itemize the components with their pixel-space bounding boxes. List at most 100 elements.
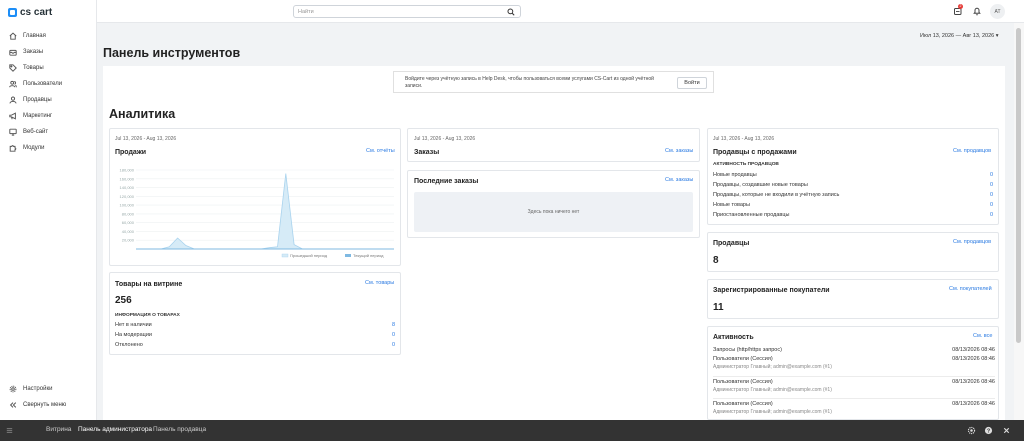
list-item[interactable]: Продавцы, которые не входили в учётную з… <box>713 192 993 198</box>
row-label: Новые продавцы <box>713 172 757 178</box>
row-value[interactable]: 8 <box>392 322 395 328</box>
logo-text: cs cart <box>20 6 53 18</box>
chart-legend-current: Текущий период <box>353 253 384 258</box>
bottom-panel-bar: Витрина Панель администратора Панель про… <box>0 420 1024 441</box>
date-range-picker[interactable]: Июл 13, 2026 — Авг 13, 2026 ▾ <box>920 33 998 39</box>
orders-link[interactable]: См. заказы <box>665 148 693 154</box>
page-scrollbar-thumb[interactable] <box>1016 28 1021 343</box>
list-item[interactable]: На модерации 0 <box>115 332 395 338</box>
row-value[interactable]: 0 <box>990 202 993 208</box>
customers-title: Зарегистрированные покупатели <box>713 287 830 294</box>
row-value[interactable]: 0 <box>990 192 993 198</box>
cs-cart-logo-icon <box>8 7 17 17</box>
activity-item-time: 08/13/2026 08:46 <box>952 401 995 407</box>
sidebar-item-marketing[interactable]: Маркетинг <box>0 108 96 124</box>
sidebar-item-users[interactable]: Пользователи <box>0 76 96 92</box>
double-chevron-left-icon <box>8 401 17 410</box>
activity-see-all-link[interactable]: См. все <box>973 333 992 339</box>
list-item[interactable]: Новые продавцы 0 <box>713 172 993 178</box>
row-value[interactable]: 0 <box>392 342 395 348</box>
sidebar-item-orders[interactable]: Заказы <box>0 44 96 60</box>
helpdesk-login-button[interactable]: Войти <box>677 77 707 89</box>
activity-item-title: Запросы (http/https запрос) <box>713 347 782 353</box>
list-item[interactable]: Отклонено 0 <box>115 342 395 348</box>
sidebar-item-label: Продавцы <box>23 97 52 103</box>
activity-item-user: Администратор Главный; admin@example.com… <box>713 387 832 393</box>
home-icon <box>8 32 17 41</box>
row-value[interactable]: 0 <box>990 212 993 218</box>
search-input[interactable] <box>298 6 498 17</box>
chart-series-line <box>136 173 394 250</box>
recent-orders-empty: Здесь пока ничего нет <box>414 192 693 232</box>
sidebar-item-settings[interactable]: Настройки <box>0 381 96 397</box>
main-nav: Главная Заказы Товары Пользователи Прода… <box>0 28 96 156</box>
row-label: На модерации <box>115 332 152 338</box>
orders-date-range: Jul 13, 2026 - Aug 13, 2026 <box>414 136 476 142</box>
row-value[interactable]: 0 <box>990 172 993 178</box>
vendors-icon <box>8 96 17 105</box>
sidebar-item-products[interactable]: Товары <box>0 60 96 76</box>
svg-text:?: ? <box>987 428 990 434</box>
activity-item[interactable]: Пользователи (Сессия) 08/13/2026 08:46 Ад… <box>713 356 995 370</box>
sidebar-item-addons[interactable]: Модули <box>0 140 96 156</box>
vendor-panel-link[interactable]: Панель продавца <box>153 426 206 433</box>
row-value[interactable]: 0 <box>990 182 993 188</box>
vendors-link[interactable]: См. продавцов <box>953 239 991 245</box>
gear-icon[interactable] <box>967 426 976 435</box>
customers-link[interactable]: См. покупателей <box>949 286 992 292</box>
gear-icon <box>8 385 17 394</box>
search-box <box>293 5 521 18</box>
helpdesk-notice-text: Войдите через учётную запись в Help Desk… <box>405 76 654 89</box>
activity-item[interactable]: Запросы (http/https запрос) 08/13/2026 08… <box>713 347 995 353</box>
customers-card <box>707 279 999 319</box>
monitor-icon <box>8 128 17 137</box>
sidebar-item-website[interactable]: Веб-сайт <box>0 124 96 140</box>
row-label: Продавцы, создавшие новые товары <box>713 182 808 188</box>
sidebar-item-vendors[interactable]: Продавцы <box>0 92 96 108</box>
list-item[interactable]: Нет в наличии 8 <box>115 322 395 328</box>
vendor-sales-link[interactable]: См. продавцов <box>953 148 991 154</box>
chart-series-area <box>136 173 394 249</box>
help-icon[interactable]: ? <box>984 426 993 435</box>
list-item[interactable]: Продавцы, создавшие новые товары 0 <box>713 182 993 188</box>
collapse-menu-button[interactable]: Свернуть меню <box>0 397 96 413</box>
chart-y-tick-label: 160,000 <box>120 176 135 181</box>
handle-icon[interactable] <box>5 426 14 435</box>
activity-item-time: 08/13/2026 08:46 <box>952 356 995 362</box>
sales-reports-link[interactable]: См. отчёты <box>366 148 395 154</box>
chart-y-tick-label: 40,000 <box>122 229 135 234</box>
vendors-count: 8 <box>713 255 719 266</box>
list-item[interactable]: Новые товары 0 <box>713 202 993 208</box>
row-label: Отклонено <box>115 342 143 348</box>
chart-y-tick-label: 100,000 <box>120 203 135 208</box>
activity-item[interactable]: Пользователи (Сессия) 08/13/2026 08:46 Ад… <box>713 379 995 393</box>
close-icon[interactable] <box>1002 426 1011 435</box>
logo[interactable]: cs cart <box>8 5 52 19</box>
activity-title: Активность <box>713 334 754 341</box>
notification-badge: 2 <box>958 4 963 9</box>
activity-item[interactable]: Пользователи (Сессия) 08/13/2026 08:46 Ад… <box>713 401 995 415</box>
admin-panel-link[interactable]: Панель администратора <box>78 426 152 433</box>
storefront-link[interactable]: Витрина <box>46 426 71 433</box>
sidebar-item-home[interactable]: Главная <box>0 28 96 44</box>
search-icon[interactable] <box>507 8 515 16</box>
recent-orders-link[interactable]: См. заказы <box>665 177 693 183</box>
customers-count: 11 <box>713 302 724 313</box>
chart-legend-swatch-current <box>345 254 351 257</box>
bell-icon[interactable] <box>972 6 982 16</box>
chart-legend-previous: Прошедший период <box>290 253 328 258</box>
sidebar-item-label: Главная <box>23 33 46 39</box>
row-label: Нет в наличии <box>115 322 152 328</box>
vendor-sales-date-range: Jul 13, 2026 - Aug 13, 2026 <box>713 136 775 142</box>
user-avatar[interactable]: AT <box>990 4 1005 19</box>
row-value[interactable]: 0 <box>392 332 395 338</box>
chart-y-tick-label: 60,000 <box>122 220 135 225</box>
tag-icon <box>8 64 17 73</box>
vendors-title: Продавцы <box>713 240 750 247</box>
list-item[interactable]: Приостановленные продавцы 0 <box>713 212 993 218</box>
products-count: 256 <box>115 295 132 306</box>
megaphone-icon <box>8 112 17 121</box>
row-label: Новые товары <box>713 202 750 208</box>
chart-y-tick-label: 140,000 <box>120 185 135 190</box>
products-link[interactable]: См. товары <box>365 280 394 286</box>
